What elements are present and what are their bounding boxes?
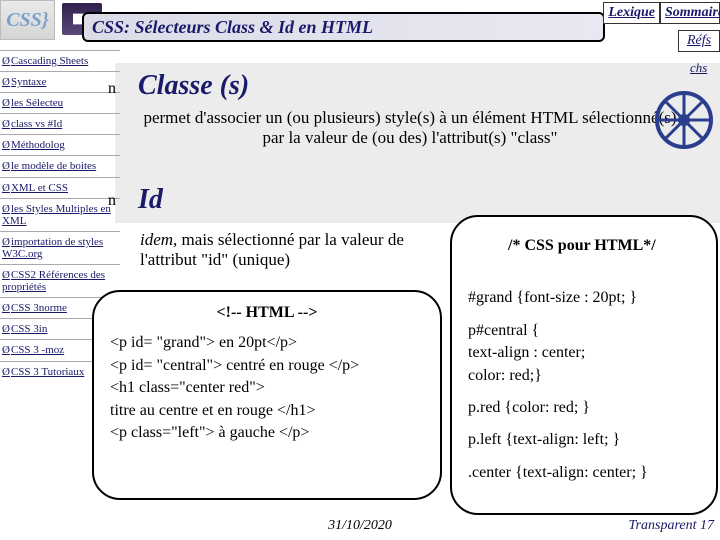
sidebar-item[interactable]: CSS2 Références des propriétés: [0, 264, 120, 297]
id-description: idem, mais sélectionné par la valeur de …: [140, 230, 410, 270]
refs-link[interactable]: Réfs: [678, 30, 720, 52]
html-line: titre au centre et en rouge </h1>: [110, 400, 424, 422]
css-rule: .center {text-align: center; }: [468, 462, 700, 484]
classe-heading: Classe (s): [138, 70, 249, 102]
css-logo-text: CSS: [6, 9, 42, 32]
page-title: CSS: Sélecteurs Class & Id en HTML: [82, 12, 605, 42]
html-box-header: <!-- HTML -->: [110, 302, 424, 324]
sidebar-item[interactable]: class vs #Id: [0, 113, 120, 134]
html-line: <p id= "grand"> en 20pt</p>: [110, 332, 424, 354]
footer-date: 31/10/2020: [0, 518, 720, 534]
html-line: <h1 class="center red">: [110, 377, 424, 399]
sommaire-link[interactable]: Sommaire: [660, 2, 720, 24]
sidebar-item[interactable]: les Styles Multiples en XML: [0, 198, 120, 231]
id-desc-text: , mais sélectionné par la valeur de l'at…: [140, 230, 404, 269]
sidebar-item[interactable]: les Sélecteu: [0, 92, 120, 113]
sidebar-item[interactable]: Cascading Sheets: [0, 50, 120, 71]
sidebar-item[interactable]: Syntaxe: [0, 71, 120, 92]
css-logo: CSS}: [0, 0, 55, 40]
css-rule: p#central { text-align : center; color: …: [468, 320, 700, 387]
css-code-box: /* CSS pour HTML*/ #grand {font-size : 2…: [450, 215, 718, 515]
id-heading: Id: [138, 184, 163, 216]
sidebar-item[interactable]: importation de styles W3C.org: [0, 231, 120, 264]
idem-word: idem: [140, 230, 173, 249]
sidebar-item[interactable]: le modèle de boites: [0, 155, 120, 176]
bullet-icon: n: [108, 80, 116, 98]
css-box-header: /* CSS pour HTML*/: [508, 235, 700, 257]
sidebar-item[interactable]: XML et CSS: [0, 177, 120, 198]
wheel-icon: [654, 90, 714, 150]
html-line: <p class="left"> à gauche </p>: [110, 422, 424, 444]
html-code-box: <!-- HTML --> <p id= "grand"> en 20pt</p…: [92, 290, 442, 500]
css-rule: p.left {text-align: left; }: [468, 429, 700, 451]
tchs-link[interactable]: chs: [690, 60, 720, 82]
bullet-icon: n: [108, 192, 116, 210]
classe-description: permet d'associer un (ou plusieurs) styl…: [140, 108, 680, 148]
page-title-text: CSS: Sélecteurs Class & Id en HTML: [92, 17, 373, 38]
css-rule: p.red {color: red; }: [468, 397, 700, 419]
css-rule: #grand {font-size : 20pt; }: [468, 287, 700, 309]
sidebar-item[interactable]: Méthodolog: [0, 134, 120, 155]
footer-transparent: Transparent 17: [629, 518, 714, 534]
html-line: <p id= "central"> centré en rouge </p>: [110, 355, 424, 377]
css-logo-brace: }: [42, 9, 49, 32]
lexique-link[interactable]: Lexique: [603, 2, 660, 24]
